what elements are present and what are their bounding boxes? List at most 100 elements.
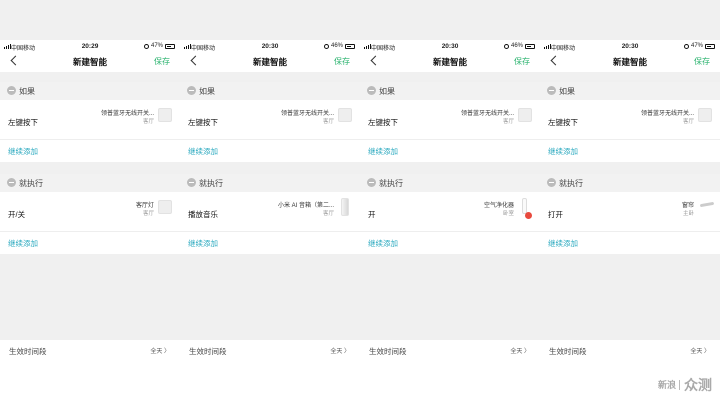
device-thumbnail-icon: [699, 201, 715, 208]
remove-circle-icon[interactable]: [7, 86, 16, 95]
phone-screen: 中国移动 20:30 47% 新建智能 保存 如果 左键按下 领普蓝牙无线开关.…: [540, 0, 720, 405]
add-condition-label: 继续添加: [548, 147, 578, 156]
watermark-logo: 新浪: [658, 380, 680, 390]
battery-icon: [525, 43, 535, 49]
if-section: 如果 左键按下 领普蓝牙无线开关... 客厅 继续添加: [360, 82, 540, 162]
rotation-lock-icon: [143, 43, 149, 49]
trigger-action: 左键按下: [548, 118, 578, 127]
trigger-action: 左键按下: [188, 118, 218, 127]
app-header: 中国移动 20:30 47% 新建智能 保存: [540, 40, 720, 72]
effective-period-label: 生效时间段: [189, 347, 227, 356]
rotation-lock-icon: [683, 43, 689, 49]
add-action-button[interactable]: 继续添加: [0, 232, 180, 254]
trigger-row[interactable]: 左键按下 领普蓝牙无线开关... 客厅: [180, 100, 360, 140]
save-button[interactable]: 保存: [694, 56, 710, 67]
add-condition-button[interactable]: 继续添加: [360, 140, 540, 162]
battery-fill: [707, 45, 711, 47]
then-section: 就执行 开 空气净化器 卧室 继续添加: [360, 174, 540, 254]
if-header: 如果: [180, 82, 360, 100]
effective-period-row[interactable]: 生效时间段 全天 〉: [180, 340, 360, 362]
device-thumbnail-icon: [341, 198, 349, 216]
trigger-device: 领普蓝牙无线开关...: [460, 111, 514, 117]
remove-circle-icon[interactable]: [547, 178, 556, 187]
then-header: 就执行: [0, 174, 180, 192]
effective-period-value: 全天 〉: [690, 349, 710, 355]
remove-circle-icon[interactable]: [547, 86, 556, 95]
phone-screen: 中国移动 20:30 46% 新建智能 保存 如果 左键按下 领普蓝牙无线开关.…: [360, 0, 540, 405]
trigger-row[interactable]: 左键按下 领普蓝牙无线开关... 客厅: [540, 100, 720, 140]
effective-period-label: 生效时间段: [9, 347, 47, 356]
remove-circle-icon[interactable]: [367, 178, 376, 187]
effective-period-row[interactable]: 生效时间段 全天 〉: [360, 340, 540, 362]
rotation-lock-icon: [503, 43, 509, 49]
save-button[interactable]: 保存: [154, 56, 170, 67]
remove-circle-icon[interactable]: [187, 178, 196, 187]
then-header-label: 就执行: [19, 179, 43, 188]
effective-period-row[interactable]: 生效时间段 全天 〉: [540, 340, 720, 362]
save-button[interactable]: 保存: [514, 56, 530, 67]
save-button[interactable]: 保存: [334, 56, 350, 67]
phone-screen: 中国移动 20:29 47% 新建智能 保存 如果 左键按下 领普蓝牙无线开关.…: [0, 0, 180, 405]
action-row[interactable]: 打开 窗帘 主卧: [540, 192, 720, 232]
add-condition-button[interactable]: 继续添加: [0, 140, 180, 162]
trigger-room: 客厅: [502, 119, 514, 125]
effective-period-label: 生效时间段: [369, 347, 407, 356]
if-header-label: 如果: [19, 87, 35, 96]
action-row[interactable]: 开 空气净化器 卧室: [360, 192, 540, 232]
effective-period-value: 全天 〉: [510, 349, 530, 355]
trigger-device: 领普蓝牙无线开关...: [280, 111, 334, 117]
device-thumbnail-icon: [518, 108, 532, 122]
action-room: 客厅: [322, 211, 334, 217]
phone-screen: 中国移动 20:30 46% 新建智能 保存 如果 左键按下 领普蓝牙无线开关.…: [180, 0, 360, 405]
action-room: 主卧: [682, 211, 694, 217]
remove-circle-icon[interactable]: [7, 178, 16, 187]
battery-fill: [347, 45, 351, 47]
nav-bar: 新建智能 保存: [360, 54, 540, 70]
add-action-label: 继续添加: [8, 239, 38, 248]
then-header-label: 就执行: [559, 179, 583, 188]
battery-percent: 47%: [690, 43, 703, 49]
then-header-label: 就执行: [199, 179, 223, 188]
add-condition-label: 继续添加: [188, 147, 218, 156]
add-action-label: 继续添加: [188, 239, 218, 248]
if-header-label: 如果: [199, 87, 215, 96]
period-value-text: 全天: [690, 349, 703, 355]
then-header: 就执行: [360, 174, 540, 192]
if-header: 如果: [0, 82, 180, 100]
effective-period-label: 生效时间段: [549, 347, 587, 356]
nav-bar: 新建智能 保存: [540, 54, 720, 70]
effective-period-row[interactable]: 生效时间段 全天 〉: [0, 340, 180, 362]
period-value-text: 全天: [330, 349, 343, 355]
device-thumbnail-icon: [698, 108, 712, 122]
add-condition-button[interactable]: 继续添加: [540, 140, 720, 162]
trigger-row[interactable]: 左键按下 领普蓝牙无线开关... 客厅: [360, 100, 540, 140]
device-thumbnail-icon: [158, 200, 172, 214]
add-action-button[interactable]: 继续添加: [540, 232, 720, 254]
page-title: 新建智能: [612, 57, 647, 67]
trigger-room: 客厅: [322, 119, 334, 125]
trigger-row[interactable]: 左键按下 领普蓝牙无线开关... 客厅: [0, 100, 180, 140]
add-condition-button[interactable]: 继续添加: [180, 140, 360, 162]
battery-icon: [165, 43, 175, 49]
add-action-button[interactable]: 继续添加: [360, 232, 540, 254]
trigger-device: 领普蓝牙无线开关...: [640, 111, 694, 117]
then-header: 就执行: [180, 174, 360, 192]
error-badge-icon: [525, 212, 532, 219]
add-action-label: 继续添加: [548, 239, 578, 248]
status-bar: 中国移动 20:29 47%: [0, 43, 180, 52]
watermark-text: 众测: [684, 377, 712, 393]
then-section: 就执行 打开 窗帘 主卧 继续添加: [540, 174, 720, 254]
add-action-button[interactable]: 继续添加: [180, 232, 360, 254]
battery-percent: 46%: [330, 43, 343, 49]
remove-circle-icon[interactable]: [187, 86, 196, 95]
then-section: 就执行 播放音乐 小米 AI 音箱（第二... 客厅 继续添加: [180, 174, 360, 254]
page-title: 新建智能: [72, 57, 107, 67]
rotation-lock-icon: [323, 43, 329, 49]
remove-circle-icon[interactable]: [367, 86, 376, 95]
page-title: 新建智能: [432, 57, 467, 67]
if-section: 如果 左键按下 领普蓝牙无线开关... 客厅 继续添加: [180, 82, 360, 162]
action-row[interactable]: 播放音乐 小米 AI 音箱（第二... 客厅: [180, 192, 360, 232]
action-row[interactable]: 开/关 客厅灯 客厅: [0, 192, 180, 232]
device-thumbnail-icon: [338, 108, 352, 122]
action-name: 打开: [548, 210, 563, 219]
